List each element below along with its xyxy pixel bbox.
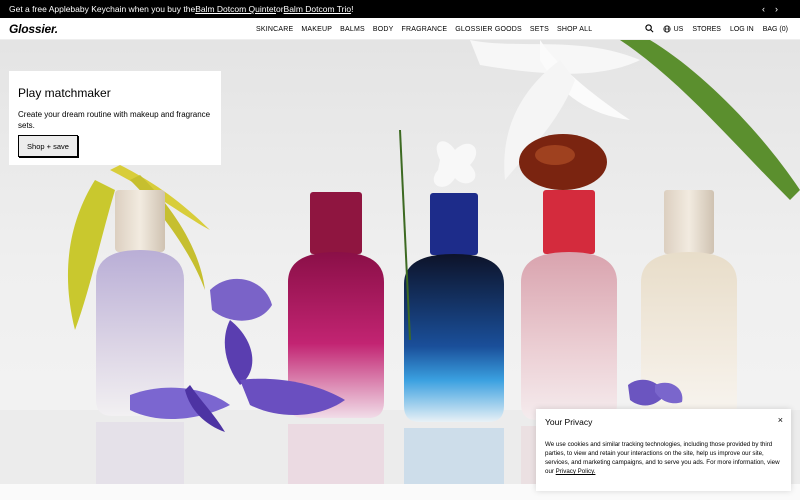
nav-item-glossier-goods[interactable]: GLOSSIER GOODS	[455, 26, 522, 33]
nav-item-body[interactable]: BODY	[373, 26, 394, 33]
bag-link[interactable]: BAG (0)	[763, 26, 788, 33]
main-nav: Glossier. SKINCARE MAKEUP BALMS BODY FRA…	[0, 18, 800, 40]
chevron-right-icon[interactable]: ›	[775, 4, 778, 14]
login-link[interactable]: LOG IN	[730, 26, 754, 33]
nav-item-skincare[interactable]: SKINCARE	[256, 26, 293, 33]
announcement-arrows: ‹ ›	[762, 0, 778, 18]
promo-body: Create your dream routine with makeup an…	[18, 110, 211, 130]
promo-title: Play matchmaker	[18, 86, 111, 100]
nav-item-shop-all[interactable]: SHOP ALL	[557, 26, 592, 33]
category-menu: SKINCARE MAKEUP BALMS BODY FRAGRANCE GLO…	[256, 18, 592, 40]
search-icon[interactable]	[644, 23, 654, 35]
announcement-mid: or	[275, 4, 284, 14]
announcement-suffix: !	[351, 4, 354, 14]
privacy-title: Your Privacy	[545, 417, 593, 427]
nav-right: US STORES LOG IN BAG (0)	[644, 18, 788, 40]
promo-card: Play matchmaker Create your dream routin…	[9, 71, 221, 165]
announcement-link-quintet[interactable]: Balm Dotcom Quintet	[195, 4, 276, 14]
stores-link[interactable]: STORES	[692, 26, 721, 33]
nav-item-fragrance[interactable]: FRAGRANCE	[402, 26, 448, 33]
chevron-left-icon[interactable]: ‹	[762, 4, 765, 14]
nav-item-sets[interactable]: SETS	[530, 26, 549, 33]
globe-icon	[663, 25, 671, 33]
region-selector[interactable]: US	[663, 25, 684, 33]
privacy-body: We use cookies and similar tracking tech…	[545, 440, 782, 476]
announcement-link-trio[interactable]: Balm Dotcom Trio	[284, 4, 352, 14]
region-label: US	[673, 25, 684, 33]
privacy-banner: Your Privacy × We use cookies and simila…	[536, 409, 791, 491]
announcement-bar: Get a free Applebaby Keychain when you b…	[0, 0, 800, 18]
privacy-policy-link[interactable]: Privacy Policy.	[556, 468, 596, 475]
shop-save-button[interactable]: Shop + save	[18, 135, 78, 157]
nav-item-makeup[interactable]: MAKEUP	[301, 26, 332, 33]
close-icon[interactable]: ×	[778, 415, 783, 425]
nav-item-balms[interactable]: BALMS	[340, 26, 365, 33]
glossier-logo[interactable]: Glossier.	[9, 22, 58, 36]
announcement-prefix: Get a free Applebaby Keychain when you b…	[9, 4, 196, 14]
